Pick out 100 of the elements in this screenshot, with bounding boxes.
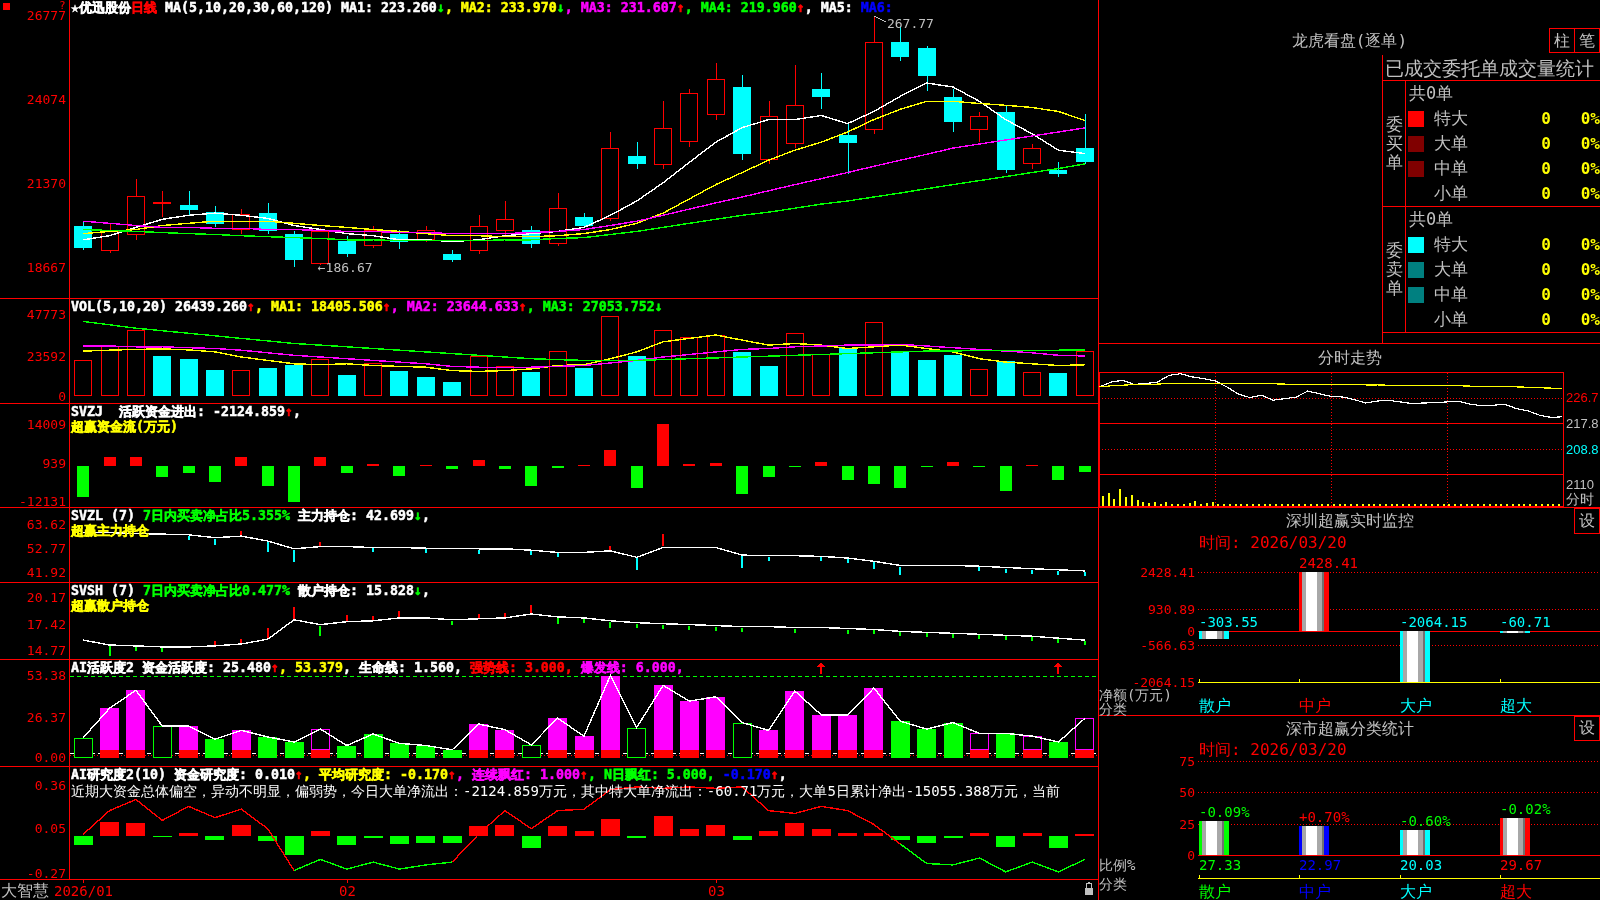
change-tick	[504, 613, 506, 617]
change-tick	[530, 605, 532, 613]
candlestick	[259, 202, 277, 235]
change-tick	[847, 559, 849, 563]
axis-title: 净额(万元)	[1099, 687, 1172, 703]
order-size-label: 中单	[1434, 283, 1468, 306]
change-tick	[1084, 572, 1086, 576]
settings-button[interactable]: 设	[1574, 716, 1600, 741]
change-label: -0.60%	[1400, 813, 1451, 829]
brand-label: 大智慧	[1, 880, 49, 900]
view-mode-button[interactable]: 柱	[1549, 28, 1575, 53]
candlestick	[470, 214, 488, 255]
settings-button[interactable]: 设	[1574, 508, 1600, 534]
change-tick	[398, 611, 400, 617]
candlestick	[997, 104, 1015, 174]
category-label: 大户	[1400, 695, 1432, 715]
change-tick	[240, 639, 242, 643]
change-tick	[873, 562, 875, 569]
category-label: 散户	[1199, 881, 1231, 900]
change-tick	[715, 627, 717, 631]
date-label: 2026/01	[54, 883, 113, 899]
change-tick	[1084, 641, 1086, 645]
value-label: 27.33	[1199, 857, 1242, 873]
value-label: -60.71	[1500, 614, 1551, 630]
axis-label: 24074	[26, 92, 66, 108]
candlestick	[839, 123, 857, 175]
candlestick	[232, 208, 250, 235]
panel-title: 深圳超赢实时监控	[1285, 511, 1414, 531]
axis-label: 25	[1179, 817, 1195, 832]
axis-label: 0	[58, 388, 66, 403]
axis-label: 226.7	[1566, 390, 1599, 406]
change-tick	[1005, 636, 1007, 640]
category-label: 大户	[1400, 881, 1432, 900]
indicator-caption: 超赢资金流(万元)	[71, 419, 178, 434]
change-tick	[741, 556, 743, 568]
candlestick	[628, 141, 646, 169]
change-tick	[926, 633, 928, 637]
order-count: 0	[1541, 159, 1551, 178]
date-label: 02	[339, 883, 356, 899]
category-label: 中户	[1299, 881, 1331, 900]
change-tick	[478, 614, 480, 618]
order-share: 0%	[1580, 109, 1600, 128]
candlestick	[654, 100, 672, 169]
axis-label: 17.42	[26, 616, 66, 632]
panel-title: 深市超赢分类统计	[1285, 718, 1414, 739]
change-tick	[662, 534, 664, 546]
change-tick	[372, 616, 374, 620]
panel-title: 分时走势	[1317, 348, 1382, 368]
view-mode-button[interactable]: 笔	[1574, 28, 1600, 53]
lock-icon	[1085, 882, 1093, 895]
candlestick	[707, 62, 725, 121]
axis-label: -2064.15	[1132, 675, 1195, 690]
change-tick	[609, 622, 611, 628]
change-tick	[188, 536, 190, 540]
change-tick	[847, 630, 849, 634]
change-tick	[319, 626, 321, 636]
change-tick	[530, 551, 532, 555]
axis-label: 14.77	[26, 642, 66, 658]
order-total: 共0单	[1409, 208, 1454, 231]
change-tick	[161, 648, 163, 652]
axis-label: 53.38	[26, 668, 66, 684]
order-count: 0	[1541, 134, 1551, 153]
change-tick	[609, 546, 611, 550]
change-tick	[293, 607, 295, 619]
change-tick	[899, 632, 901, 636]
change-tick	[557, 553, 559, 557]
axis-label: 2110	[1566, 476, 1594, 492]
category-label: 中户	[1299, 695, 1331, 715]
candlestick	[575, 212, 593, 228]
change-tick	[478, 550, 480, 554]
axis-label: 0.05	[34, 821, 66, 837]
value-label: -303.55	[1199, 614, 1258, 630]
change-tick	[214, 539, 216, 545]
change-tick	[768, 557, 770, 561]
panel-title: 龙虎看盘(逐单)	[1291, 30, 1408, 52]
order-count: 0	[1541, 285, 1551, 304]
change-tick	[794, 629, 796, 633]
order-count: 0	[1541, 184, 1551, 203]
candlestick	[417, 225, 435, 243]
low-price-label: ←186.67	[317, 259, 373, 275]
change-label: -0.02%	[1500, 801, 1551, 817]
order-share: 0%	[1580, 134, 1600, 153]
candlestick	[390, 229, 408, 250]
axis-label: 75	[1179, 754, 1195, 769]
change-tick	[978, 635, 980, 639]
value-label: 29.67	[1500, 857, 1543, 873]
change-tick	[135, 647, 137, 651]
value-label: 2428.41	[1299, 555, 1358, 571]
change-tick	[1057, 571, 1059, 575]
change-tick	[978, 567, 980, 571]
axis-title: 比例%	[1099, 857, 1136, 873]
high-price-label: 267.77	[886, 16, 934, 32]
axis-label: 26.37	[26, 709, 66, 725]
candlestick	[812, 72, 830, 110]
order-size-label: 大单	[1434, 258, 1468, 281]
value-label: 20.03	[1400, 857, 1443, 873]
indicator-legend: SVZJ 活跃资金进出: -2124.859↑,	[71, 404, 301, 419]
candlestick	[944, 88, 962, 133]
axis-label: 217.8	[1566, 415, 1599, 431]
axis-label: 939	[42, 455, 66, 471]
